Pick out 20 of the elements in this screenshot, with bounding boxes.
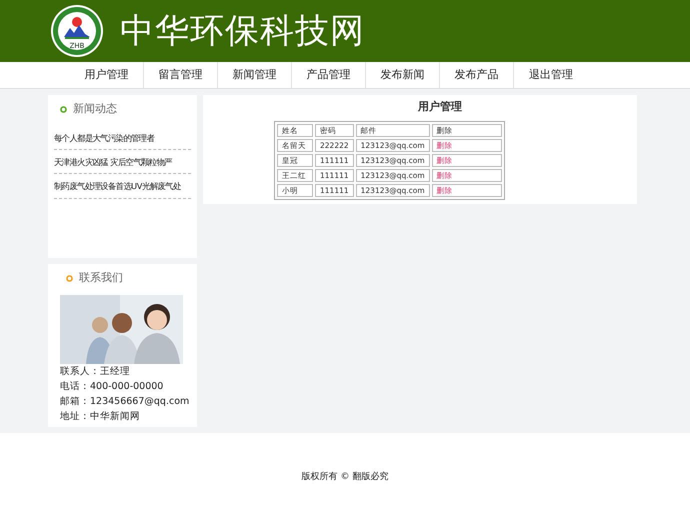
news-link[interactable]: 制药废气处理设备首选UV光解废气处: [54, 174, 191, 199]
contact-text: 电话：400-000-00000: [60, 380, 164, 394]
copyright-text: 版权所有 © 翻版必究: [302, 472, 388, 482]
nav-link[interactable]: 新闻管理: [218, 62, 292, 88]
contact-text: 联系人：王经理: [60, 364, 131, 378]
news-link[interactable]: 每个人都是大气污染的管理者: [54, 126, 191, 150]
contact-text: 地址：中华新闻网: [60, 410, 141, 424]
panel-title: 新闻动态: [73, 101, 117, 117]
news-link[interactable]: 天津港火灾凶猛 灾后空气颗粒物严: [54, 150, 191, 174]
panel-title: 联系我们: [79, 270, 123, 286]
circle-icon: [60, 106, 67, 113]
nav-link[interactable]: 退出管理: [514, 62, 588, 88]
site-title: 中华环保科技网: [120, 14, 365, 48]
nav-link[interactable]: 产品管理: [292, 62, 366, 88]
nav-link[interactable]: 留言管理: [144, 62, 218, 88]
nav-link[interactable]: 用户管理: [70, 62, 144, 88]
circle-icon: [66, 274, 73, 282]
nav-link[interactable]: 发布产品: [440, 62, 514, 88]
page-title: 用户管理: [416, 99, 463, 115]
nav-link[interactable]: 发布新闻: [366, 62, 440, 88]
